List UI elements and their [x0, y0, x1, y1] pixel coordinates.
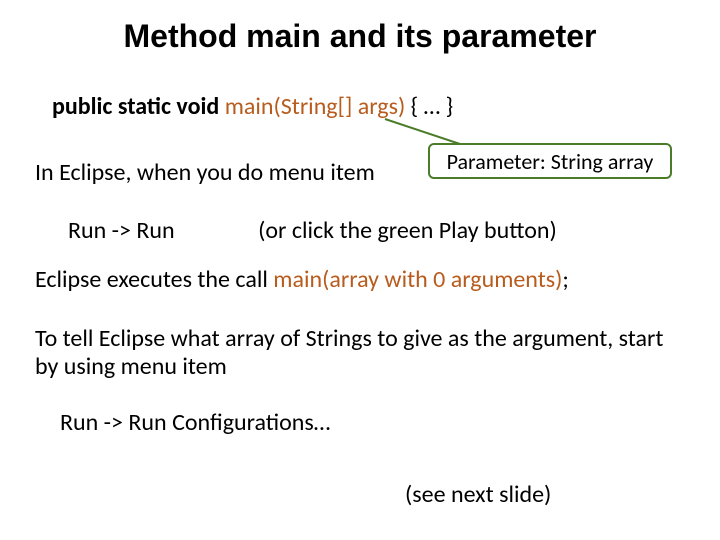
slide: Method main and its parameter public sta…	[0, 0, 720, 540]
exec-main-open: main(	[273, 265, 329, 294]
exec-line: Eclipse executes the call main(array wit…	[35, 265, 569, 294]
exec-arg: array with 0 arguments	[329, 265, 555, 294]
see-next-slide: (see next slide)	[405, 480, 551, 509]
slide-title: Method main and its parameter	[0, 18, 720, 55]
main-signature: main(String[] args)	[225, 92, 406, 121]
keywords: public static void	[52, 92, 219, 121]
parameter-callout: Parameter: String array	[428, 143, 672, 179]
run-run-line: Run -> Run (or click the green Play butt…	[68, 216, 557, 245]
run-configurations-line: Run -> Run Configurations…	[60, 408, 330, 437]
code-tail: { … }	[405, 92, 453, 121]
code-signature-line: public static void main(String[] args) {…	[52, 92, 453, 121]
run-run-text: Run -> Run	[68, 216, 175, 245]
callout-text: Parameter: String array	[447, 148, 654, 175]
run-hint-text: (or click the green Play button)	[258, 216, 557, 245]
exec-semicolon: ;	[562, 265, 568, 294]
exec-prefix: Eclipse executes the call	[35, 265, 273, 294]
eclipse-intro-line: In Eclipse, when you do menu item	[35, 158, 375, 187]
tell-eclipse-line: To tell Eclipse what array of Strings to…	[35, 325, 675, 380]
